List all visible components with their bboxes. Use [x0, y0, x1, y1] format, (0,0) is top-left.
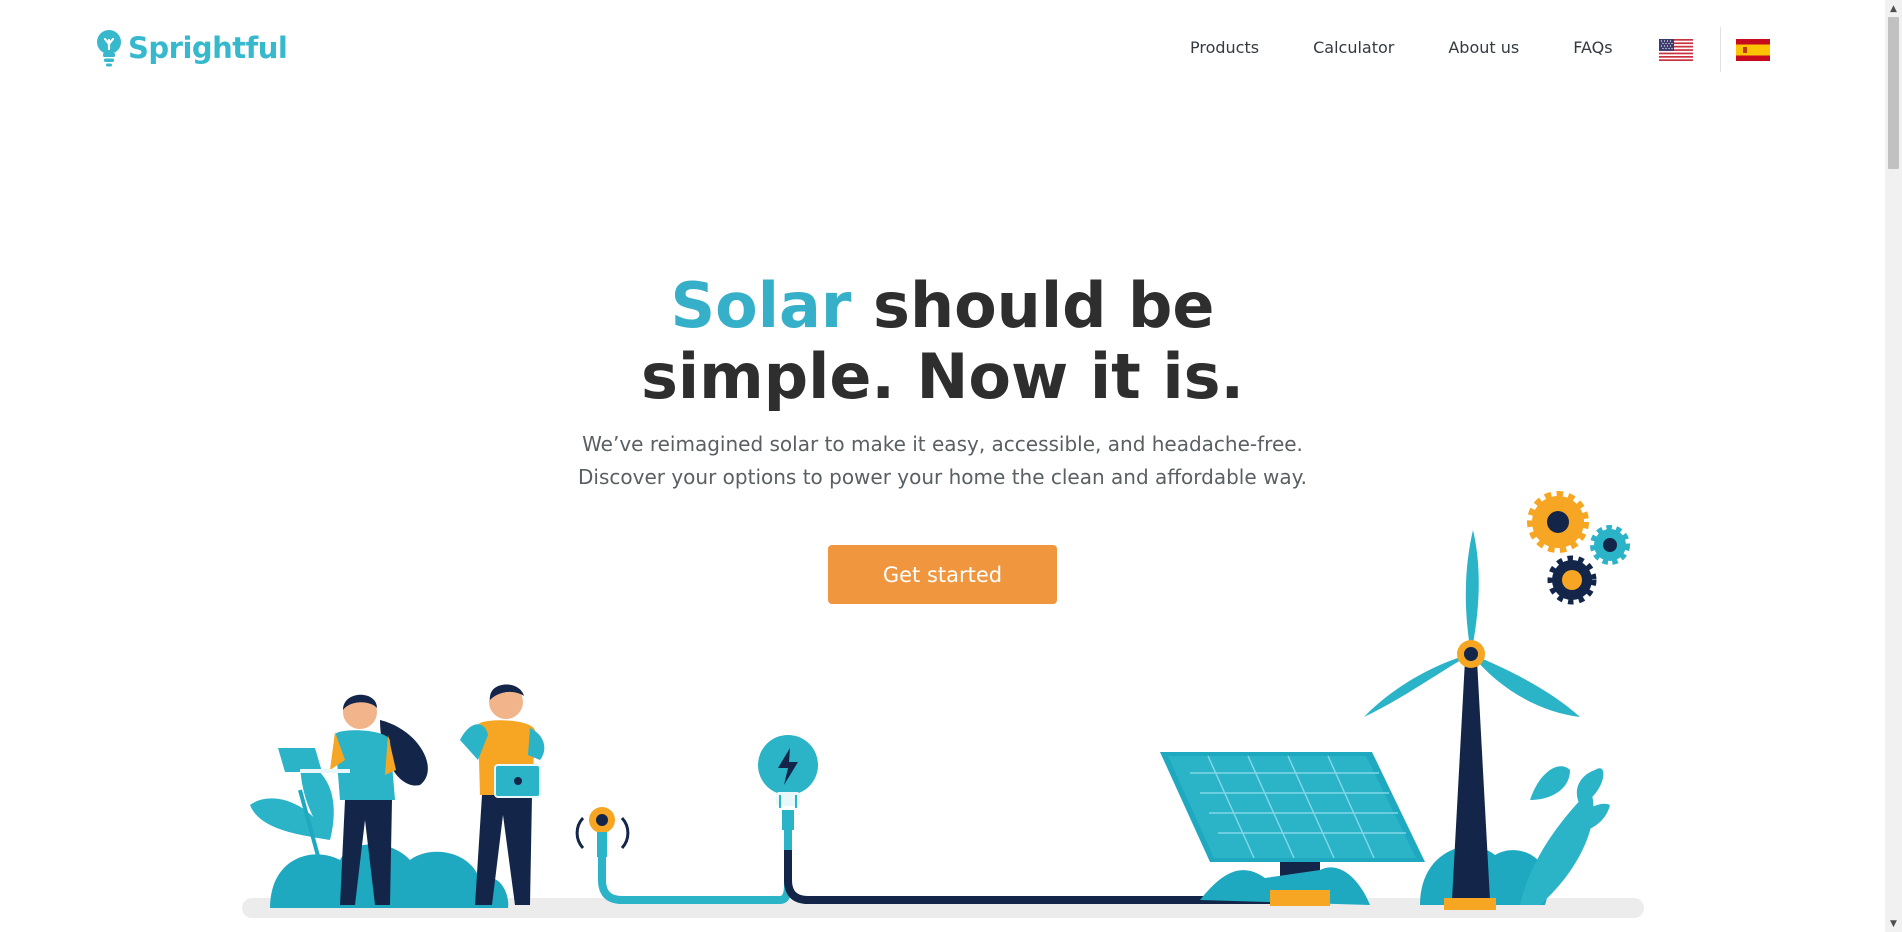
- gears-icon: [1527, 491, 1630, 605]
- flag-divider: [1720, 27, 1721, 72]
- scrollbar-thumb[interactable]: [1888, 17, 1899, 169]
- main-nav: Products Calculator About us FAQs: [1190, 38, 1667, 57]
- lightbulb-icon: [758, 735, 818, 830]
- brand-logo[interactable]: Sprightful: [96, 29, 288, 67]
- wind-turbine-icon: [1364, 530, 1580, 910]
- cable-navy: [784, 850, 1290, 904]
- spain-flag-icon[interactable]: [1736, 39, 1770, 61]
- nav-calculator[interactable]: Calculator: [1313, 38, 1394, 57]
- solar-panel-icon: [1160, 752, 1425, 906]
- page-scrollbar[interactable]: ▲ ▼: [1885, 0, 1902, 932]
- hero-subtitle: We’ve reimagined solar to make it easy, …: [0, 428, 1885, 494]
- hero-subtitle-line1: We’ve reimagined solar to make it easy, …: [582, 432, 1303, 456]
- nav-products[interactable]: Products: [1190, 38, 1259, 57]
- hero-title-rest: should be: [851, 269, 1215, 342]
- hero-title-accent: Solar: [670, 269, 852, 342]
- scroll-up-arrow-icon[interactable]: ▲: [1885, 0, 1902, 17]
- right-plants-icon: [1420, 766, 1610, 905]
- nav-faqs[interactable]: FAQs: [1573, 38, 1612, 57]
- brand-name: Sprightful: [128, 31, 288, 65]
- cable-teal: [598, 826, 792, 904]
- hero-subtitle-line2: Discover your options to power your home…: [578, 465, 1307, 489]
- hero-title-line2: simple. Now it is.: [640, 340, 1245, 413]
- ground-shadow: [242, 898, 1644, 918]
- man-with-tablet-icon: [460, 684, 545, 905]
- get-started-button[interactable]: Get started: [828, 545, 1057, 604]
- lightbulb-logo-icon: [97, 30, 121, 67]
- us-flag-icon[interactable]: [1659, 39, 1693, 61]
- left-plants-icon: [250, 760, 509, 908]
- hero-title: Solar should be simple. Now it is.: [0, 270, 1885, 412]
- socket-icon: [575, 807, 630, 857]
- page: Sprightful Products Calculator About us …: [0, 0, 1902, 932]
- scroll-down-arrow-icon[interactable]: ▼: [1885, 915, 1902, 932]
- site-header: Sprightful Products Calculator About us …: [0, 0, 1885, 100]
- woman-with-laptop-icon: [278, 694, 428, 905]
- nav-about-us[interactable]: About us: [1448, 38, 1519, 57]
